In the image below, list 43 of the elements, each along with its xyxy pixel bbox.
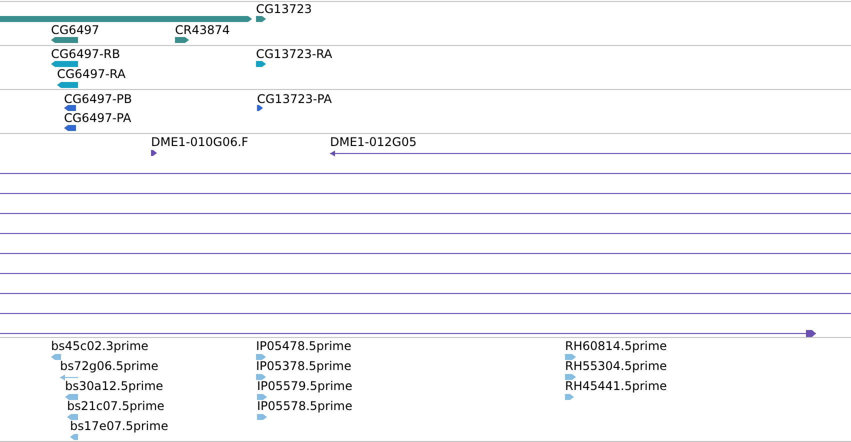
feature-label: CG6497-PB [64,92,132,106]
feature-bar[interactable] [51,61,78,67]
feature-line[interactable] [0,170,851,177]
feature-label: IP05478.5prime [256,339,352,353]
feature-line[interactable] [0,330,816,337]
feature-label: RH45441.5prime [565,379,667,393]
feature-label: CG6497-PA [64,111,132,125]
feature-label: DME1-012G05 [330,135,417,149]
feature-line[interactable] [0,290,851,297]
feature-line[interactable] [0,210,851,217]
feature-label: CG6497-RB [51,47,120,61]
feature-label: DME1-010G06.F [151,135,248,149]
feature-line[interactable] [0,310,851,317]
feature-line[interactable] [0,270,851,277]
feature-bar[interactable] [64,125,76,131]
feature-bar[interactable] [64,105,76,111]
feature-line[interactable] [0,250,851,257]
feature-label: CG13723 [256,2,312,16]
feature-label: IP05378.5prime [256,359,352,373]
feature-bar[interactable] [256,61,266,67]
feature-bar[interactable] [175,37,189,43]
feature-label: CG6497-RA [57,67,126,81]
feature-line[interactable] [0,190,851,197]
feature-bar[interactable] [257,105,263,111]
feature-bar[interactable] [256,16,266,22]
feature-label: CG13723-RA [256,47,332,61]
feature-label: bs21c07.5prime [67,399,164,413]
feature-label: bs30a12.5prime [65,379,164,393]
feature-label: IP05578.5prime [257,399,352,413]
feature-line[interactable] [0,230,851,237]
feature-label: bs17e07.5prime [70,419,168,433]
feature-bar[interactable] [57,82,78,88]
feature-label: RH60814.5prime [565,339,667,353]
feature-bar[interactable] [151,150,157,156]
feature-label: RH55304.5prime [565,359,667,373]
feature-label: CG13723-PA [257,92,332,106]
feature-line[interactable] [330,150,851,157]
feature-label: bs72g06.5prime [60,359,158,373]
feature-bar[interactable] [51,37,78,43]
feature-label: CR43874 [175,23,230,37]
feature-label: bs45c02.3prime [51,339,148,353]
feature-label: CG6497 [51,23,100,37]
feature-label: IP05579.5prime [257,379,352,393]
